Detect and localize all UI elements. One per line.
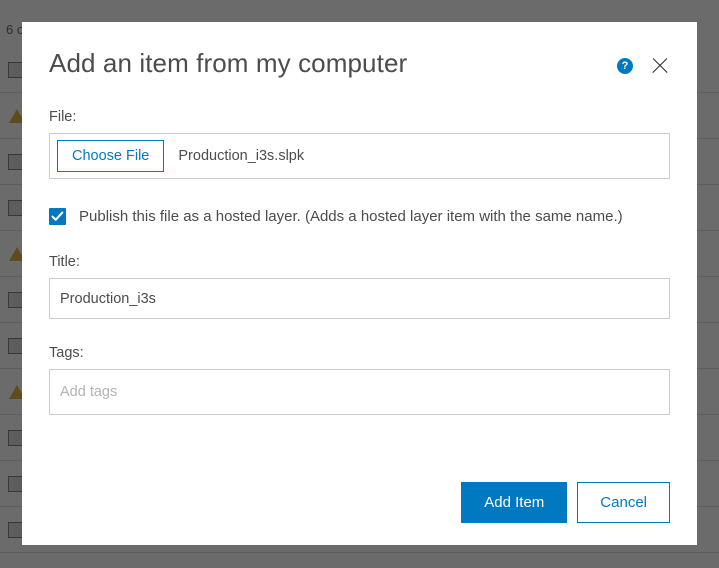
publish-checkbox-label: Publish this file as a hosted layer. (Ad… (79, 208, 623, 226)
title-input[interactable] (49, 278, 670, 320)
help-icon[interactable]: ? (617, 58, 633, 74)
dialog-header: Add an item from my computer ? (49, 48, 670, 79)
title-section: Title: (49, 254, 670, 320)
file-label: File: (49, 109, 77, 126)
publish-hosted-layer-row[interactable]: Publish this file as a hosted layer. (Ad… (49, 205, 670, 228)
dialog-title: Add an item from my computer (49, 48, 408, 78)
tags-label: Tags: (49, 345, 84, 362)
selected-file-name: Production_i3s.slpk (178, 148, 305, 165)
file-section: File: Choose File Production_i3s.slpk (49, 109, 670, 180)
dialog-footer: Add Item Cancel (461, 482, 670, 523)
cancel-button[interactable]: Cancel (577, 482, 670, 523)
close-icon[interactable] (650, 56, 670, 76)
choose-file-button[interactable]: Choose File (57, 140, 165, 173)
dialog-header-icons: ? (617, 48, 670, 76)
tags-section: Tags: (49, 345, 670, 416)
title-label: Title: (49, 254, 80, 271)
tags-input[interactable] (49, 369, 670, 416)
add-item-dialog: Add an item from my computer ? File: Cho… (22, 22, 697, 545)
add-item-button[interactable]: Add Item (461, 482, 568, 523)
publish-checkbox[interactable] (49, 208, 66, 226)
file-input-row[interactable]: Choose File Production_i3s.slpk (49, 133, 670, 180)
check-icon (51, 211, 64, 222)
